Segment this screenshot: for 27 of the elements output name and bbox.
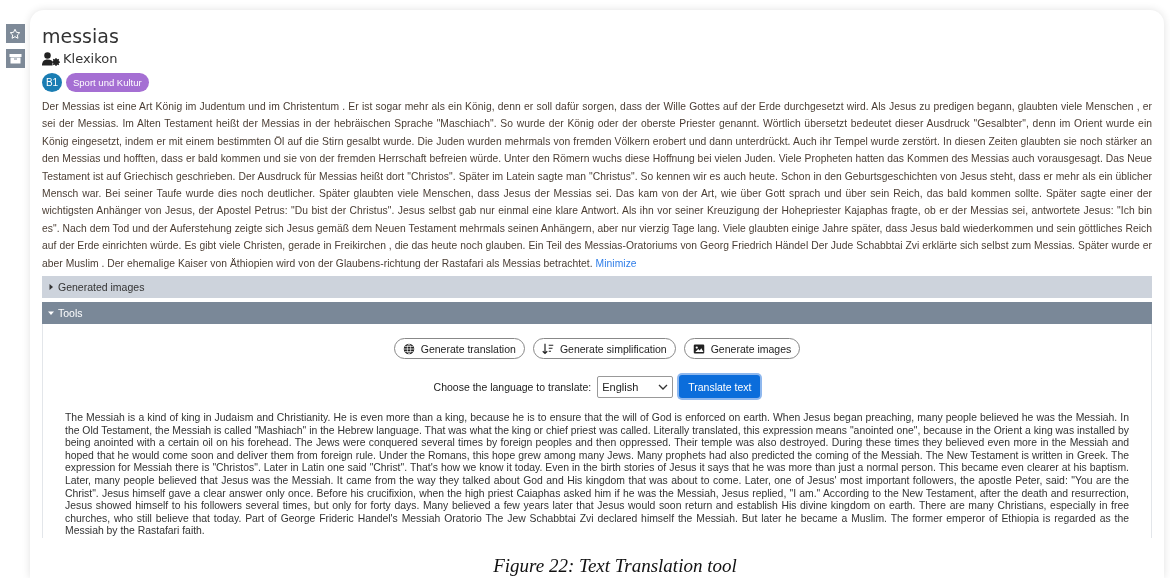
user-gear-icon: [42, 51, 60, 66]
minimize-link[interactable]: Minimize: [595, 257, 637, 269]
box-icon: [8, 53, 22, 64]
language-label: Choose the language to translate:: [433, 380, 592, 393]
chevron-down-icon: [658, 383, 669, 390]
source-label: Klexikon: [63, 51, 118, 66]
article-title: messias: [42, 24, 120, 48]
image-icon: [692, 342, 705, 355]
section-header[interactable]: Tools: [42, 302, 1152, 325]
translate-button[interactable]: Translate text: [679, 375, 761, 399]
translation-text: The Messiah is a kind of king in Judaism and Christianity. He is even more than a king, because he is to ensure that the will of God is enforced on earth. When Jesus began preaching, many people believed he was the Messiah. In the Old Testament, the Messiah is called "Mashiach" in the Hebrew language. That was what the king or chief priest was called. Literally translated, this expression means "anointed one", because in the Orient a king was installed by being anointed with a certain oil on his forehead. The Jews were conquered several times by foreign peoples and then oppressed. Their temple was also destroyed. During these times they believed even more in the Messiah and hoped that he would come soon and deliver them from foreign rule. Under the Romans, this hope grew among many Jews. Many prophets had also predicted the coming of the Messiah. The New Testament is written in Greek. The expression for Messiah there is "Christos". Later in Latin one said "Christ". That's how we know it today. Even in the birth stories of Jesus it says that he was more than just a normal person. This became even clearer at his baptism. Later, many people believed that Jesus was the Messiah. It came from the way they talked about God and His kingdom that was about to come. Later, one of Jesus' most important followers, the apostle Peter, said: "You are the Christ". Jesus himself gave a clear answer only once. Before his crucifixion, when the high priest Caiaphas asked him if he was the Messiah, Jesus replied, "I am." According to the New Testament, after the death and resurrection, Jesus showed himself to his followers several times, but only for forty days. Many believed a few years later that Jesus would soon return and establish His divine kingdom on earth. There are many Christians, especially in free churches, who still believe that today. Part of George Frideric Handel's Messiah Oratorio The Jew Schabbtai Zvi declared himself the Messiah. But later he became a Muslim. The former emperor of Ethiopia is regarded as the Messiah by the Rastafari faith.: [65, 412, 1129, 538]
language-select[interactable]: English: [597, 375, 674, 398]
category-tag: Sport und Kultur: [66, 73, 149, 92]
caret-right-icon: [48, 284, 54, 291]
action-button[interactable]: Generate images: [683, 338, 801, 360]
sort-down-icon: [541, 342, 554, 355]
caret-down-icon: [48, 310, 54, 317]
action-button[interactable]: Generate translation: [393, 338, 525, 360]
article-text: Der Messias ist eine Art König im Judentum und im Christentum . Er ist sogar mehr als ein König, denn er soll dafür sorgen, dass der Wille Gottes auf der Erde durchgesetzt wird. Als Jesus zu predigen begann, glaubten viele Menschen , er sei der Messias. Im Alten Testament heißt der Messias in der hebräischen Sprache "Maschiach". So wurde der König oder der oberste Priester genannt. Wörtlich übersetzt bedeutet dieser Ausdruck "Gesalbter", denn im Orient wurde ein König eingesetzt, indem er mit einem bestimmten Öl auf die Stirn gesalbt wurde. Die Juden wurden mehrmals von fremden Völkern erobert und dann unterdrückt. Auch ihr Tempel wurde zerstört. In diesen Zeiten glaubten sie noch stärker an den Messias und hofften, dass er bald kommen und sie von der fremden Herrschaft befreien würde. Unter den Römern wuchs diese Hoffnung bei vielen Juden. Viele Propheten hatten das Kommen des Messias auch vorausgesagt. Das Neue Testament ist auf Griechisch geschrieben. Der Ausdruck für Messias heißt dort "Christos". Später im Latein sagte man "Christus". So kennen wir es auch heute. Schon in den Geburtsgeschichten von Jesus steht, dass er mehr als ein üblicher Mensch war. Bei seiner Taufe wurde dies noch deutlicher. Später glaubten viele Menschen, dass Jesus der Messias sei. Das kam von der Art, wie über Gott sprach und über sein Reich, das bald kommen sollte. Später sagte einer der wichtigsten Anhänger von Jesus, der Apostel Petrus: "Du bist der Christus". Jesus selbst gab nur einmal eine klare Antwort. Als ihn vor seiner Kreuzigung der Hohepriester Kajaphas fragte, ob er der Messias sei, antwortete Jesus: "Ich bin es". Nach dem Tod und der Auferstehung zeigte sich Jesus gemäß dem Neuen Testament mehrmals seinen Anhängern, aber nur vierzig Tage lang. Viele glaubten einige Jahre später, dass Jesus bald wiederkommen und sein göttliches Reich auf der Erde einrichten würde. Es gibt viele Christen, gerade in Freikirchen , die das heute noch glauben. Ein Teil des Messias-Oratoriums von Georg Friedrich Händel Der Jude Schabbtai Zvi erklärte sich selbst zum Messias. Später wurde er aber Muslim . Der ehemalige Kaiser von Äthiopien wird von der Glaubens-richtung der Rastafari als Messias betrachtet. Minimize: [42, 100, 1152, 271]
globe-icon: [402, 342, 415, 355]
section-header[interactable]: Generated images: [42, 276, 1152, 299]
favorite-button[interactable]: [5, 24, 25, 43]
figure-caption: Figure 22: Text Translation tool: [492, 555, 738, 577]
archive-button[interactable]: [5, 49, 25, 68]
star-icon: [9, 27, 21, 40]
action-button[interactable]: Generate simplification: [532, 338, 676, 360]
level-badge: B1: [42, 73, 62, 92]
